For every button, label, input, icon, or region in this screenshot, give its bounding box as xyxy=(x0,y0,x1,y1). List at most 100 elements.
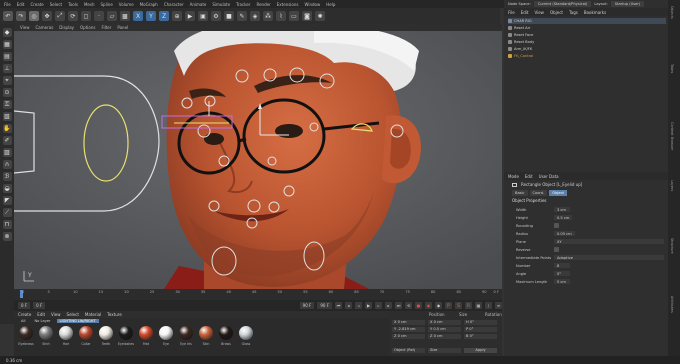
y-axis-icon[interactable]: Y xyxy=(146,11,156,21)
subdivision-icon[interactable]: ◈ xyxy=(250,11,260,21)
rot-h-field[interactable]: H 0° xyxy=(464,319,497,325)
material-menu-select[interactable]: Select xyxy=(67,312,79,317)
viewport-menu-display[interactable]: Display xyxy=(59,25,74,30)
material-menu-create[interactable]: Create xyxy=(18,312,31,317)
preview-max-field[interactable]: 90 F xyxy=(317,302,332,309)
pos-y-field[interactable]: Y -2.819 cm xyxy=(392,326,425,332)
material-swatch[interactable]: Eye Iris xyxy=(178,326,194,346)
side-tab-objects[interactable]: Objects xyxy=(670,6,674,19)
menu-spline[interactable]: Spline xyxy=(100,2,112,7)
material-swatch[interactable]: Eye xyxy=(158,326,174,346)
material-menu-texture[interactable]: Texture xyxy=(107,312,122,317)
workplane-icon[interactable]: ▤ xyxy=(2,52,12,61)
material-swatch[interactable]: Eyelashes xyxy=(118,326,134,346)
object-menu-file[interactable]: File xyxy=(508,10,515,15)
bevel-icon[interactable]: ◤ xyxy=(2,196,12,205)
pos-x-field[interactable]: X 0 cm xyxy=(392,319,425,325)
magnet-icon[interactable]: ∩ xyxy=(2,160,12,169)
material-swatch[interactable]: Brows xyxy=(218,326,234,346)
attribute-menu-mode[interactable]: Mode xyxy=(508,174,519,179)
rotation-key-icon[interactable]: R xyxy=(465,302,472,309)
x-axis-icon[interactable]: X xyxy=(133,11,143,21)
edges-mode-icon[interactable]: ▱ xyxy=(107,11,117,21)
bridge-icon[interactable]: ⊓ xyxy=(2,220,12,229)
record-icon[interactable]: ● xyxy=(415,302,422,309)
pen-icon[interactable]: ✎ xyxy=(237,11,247,21)
viewport-menu-filter[interactable]: Filter xyxy=(101,25,111,30)
camera-icon[interactable]: ◙ xyxy=(302,11,312,21)
z-axis-icon[interactable]: Z xyxy=(159,11,169,21)
object-row[interactable]: Reset Arr xyxy=(508,25,666,31)
attribute-value-field[interactable]: 8 xyxy=(554,263,570,268)
filter-layer-lighting[interactable]: LIGHTING Lib/RIGHT xyxy=(56,319,99,323)
viewport-canvas[interactable]: Y xyxy=(14,31,502,289)
prev-key-icon[interactable]: ◂ xyxy=(345,302,352,309)
material-swatch[interactable]: Glass xyxy=(238,326,254,346)
menu-tracker[interactable]: Tracker xyxy=(236,2,250,7)
floor-icon[interactable]: ▭ xyxy=(289,11,299,21)
menu-window[interactable]: Window xyxy=(304,2,320,7)
side-tab-takes[interactable]: Takes xyxy=(670,64,674,73)
size-z-field[interactable]: Z 0 cm xyxy=(428,333,461,339)
material-swatch[interactable]: Collar xyxy=(78,326,94,346)
object-row[interactable]: Arm_IK/FK xyxy=(508,46,666,52)
material-menu-view[interactable]: View xyxy=(51,312,61,317)
material-swatch[interactable]: Mat xyxy=(138,326,154,346)
play-icon[interactable]: ▶ xyxy=(365,302,372,309)
menu-file[interactable]: File xyxy=(4,2,11,7)
menu-simulate[interactable]: Simulate xyxy=(212,2,230,7)
parameter-key-icon[interactable]: ▦ xyxy=(475,302,482,309)
rounding-checkbox[interactable] xyxy=(554,223,559,228)
material-menu-edit[interactable]: Edit xyxy=(37,312,45,317)
object-row[interactable]: FK_Control xyxy=(508,53,666,59)
cube-icon[interactable]: ■ xyxy=(224,11,234,21)
max-frame-field[interactable]: 90 F xyxy=(299,302,315,309)
reverse-checkbox[interactable] xyxy=(554,247,559,252)
menu-edit[interactable]: Edit xyxy=(17,2,25,7)
object-menu-object[interactable]: Object xyxy=(550,10,563,15)
snap-icon[interactable]: ⊙ xyxy=(2,88,12,97)
size-x-field[interactable]: X 0 cm xyxy=(428,319,461,325)
soft-selection-icon[interactable]: ◒ xyxy=(2,184,12,193)
object-row[interactable]: Reset Face xyxy=(508,32,666,38)
object-menu-edit[interactable]: Edit xyxy=(521,10,529,15)
pos-z-field[interactable]: Z 0 cm xyxy=(392,333,425,339)
move-tool-icon[interactable]: ✥ xyxy=(42,11,52,21)
attribute-menu-user-data[interactable]: User Data xyxy=(539,174,559,179)
coordinate-system-icon[interactable]: ⊕ xyxy=(172,11,182,21)
make-editable-icon[interactable]: ◆ xyxy=(2,28,12,37)
knife-icon[interactable]: ⟋ xyxy=(2,208,12,217)
menu-extensions[interactable]: Extensions xyxy=(277,2,299,7)
position-key-icon[interactable]: P xyxy=(445,302,452,309)
menu-help[interactable]: Help xyxy=(326,2,335,7)
attribute-value-field[interactable]: Adaptive xyxy=(554,255,664,260)
material-swatch[interactable]: Teeth xyxy=(98,326,114,346)
render-picture-icon[interactable]: ▣ xyxy=(198,11,208,21)
material-swatch[interactable]: Shirt xyxy=(38,326,54,346)
side-tab-content-browser[interactable]: Content Browser xyxy=(670,122,674,150)
lock-workplane-icon[interactable]: ⚿ xyxy=(2,100,12,109)
rot-p-field[interactable]: P 0° xyxy=(464,326,497,332)
side-tab-structure[interactable]: Structure xyxy=(670,238,674,254)
material-swatch[interactable]: Skin xyxy=(198,326,214,346)
model-mode-icon[interactable]: ◻ xyxy=(81,11,91,21)
object-row[interactable]: CHAR RIG xyxy=(508,18,666,24)
uv-icon[interactable]: ▨ xyxy=(2,148,12,157)
menu-animate[interactable]: Animate xyxy=(190,2,207,7)
current-frame-field[interactable]: 0 F xyxy=(18,302,31,309)
menu-create[interactable]: Create xyxy=(30,2,43,7)
coords-size-mode-select[interactable]: Size xyxy=(428,347,461,353)
menu-character[interactable]: Character xyxy=(164,2,184,7)
menu-render[interactable]: Render xyxy=(256,2,270,7)
tab-basic[interactable]: Basic xyxy=(512,189,528,196)
object-menu-bookmarks[interactable]: Bookmarks xyxy=(584,10,606,15)
paint-icon[interactable]: ✐ xyxy=(2,136,12,145)
material-swatch[interactable]: Eyebrows xyxy=(18,326,34,346)
planar-workplane-icon[interactable]: ▧ xyxy=(2,112,12,121)
viewport-menu-view[interactable]: View xyxy=(20,25,30,30)
side-tab-layers[interactable]: Layers xyxy=(670,180,674,191)
attribute-value-field[interactable]: XY xyxy=(554,239,664,244)
object-menu-tags[interactable]: Tags xyxy=(569,10,578,15)
deformer-icon[interactable]: ⌇ xyxy=(276,11,286,21)
attribute-value-field[interactable]: 0.05 cm xyxy=(554,231,575,236)
